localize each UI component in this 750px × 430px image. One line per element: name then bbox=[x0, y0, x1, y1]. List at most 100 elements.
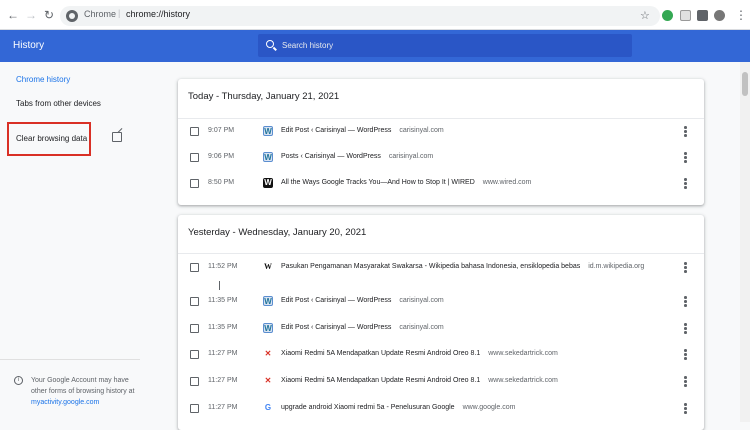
row-menu-icon[interactable] bbox=[684, 262, 687, 274]
history-row[interactable]: 11:27 PM ✕ Xiaomi Redmi 5A Mendapatkan U… bbox=[178, 342, 704, 368]
row-title-text[interactable]: Edit Post ‹ Carisinyal — WordPress bbox=[281, 127, 391, 134]
row-title-text[interactable]: Xiaomi Redmi 5A Mendapatkan Update Resmi… bbox=[281, 377, 480, 384]
text-cursor-icon bbox=[219, 281, 220, 290]
row-checkbox[interactable] bbox=[190, 404, 199, 413]
history-row[interactable]: 11:35 PM W Edit Post ‹ Carisinyal — Word… bbox=[178, 289, 704, 315]
scrollbar[interactable] bbox=[740, 62, 750, 422]
wordpress-icon: W bbox=[263, 323, 273, 333]
browser-toolbar: ← → ↻ Chrome | chrome://history ☆ ⋮ bbox=[0, 0, 750, 30]
history-group-yesterday: Yesterday - Wednesday, January 20, 2021 … bbox=[178, 215, 704, 430]
row-title[interactable]: upgrade android Xiaomi redmi 5a - Penelu… bbox=[281, 404, 515, 411]
row-checkbox[interactable] bbox=[190, 179, 199, 188]
row-title[interactable]: Edit Post ‹ Carisinyal — WordPress carisi… bbox=[281, 297, 444, 304]
row-menu-icon[interactable] bbox=[684, 296, 687, 308]
row-menu-icon[interactable] bbox=[684, 126, 687, 138]
wordpress-icon: W bbox=[263, 152, 273, 162]
scrollbar-thumb[interactable] bbox=[742, 72, 748, 96]
chrome-site-icon bbox=[66, 10, 78, 22]
sekedartrick-icon: ✕ bbox=[263, 349, 273, 359]
row-title[interactable]: Edit Post ‹ Carisinyal — WordPress carisi… bbox=[281, 127, 444, 134]
row-domain: carisinyal.com bbox=[399, 297, 444, 304]
sekedartrick-icon: ✕ bbox=[263, 376, 273, 386]
address-bar[interactable]: Chrome | chrome://history bbox=[60, 6, 660, 26]
history-header: History bbox=[0, 30, 750, 62]
row-time: 11:27 PM bbox=[208, 350, 238, 357]
row-checkbox[interactable] bbox=[190, 127, 199, 136]
footer-text: Your Google Account may have other forms… bbox=[31, 377, 135, 395]
bookmark-star-icon[interactable]: ☆ bbox=[640, 9, 650, 22]
site-label: Chrome bbox=[84, 9, 117, 19]
page-title: History bbox=[13, 40, 45, 51]
row-checkbox[interactable] bbox=[190, 377, 199, 386]
row-domain: www.wired.com bbox=[482, 179, 532, 186]
row-domain: www.sekedartrick.com bbox=[488, 377, 558, 384]
extensions-puzzle-icon[interactable] bbox=[697, 10, 708, 21]
history-row[interactable]: 9:06 PM W Posts ‹ Carisinyal — WordPress… bbox=[178, 145, 704, 171]
search-box[interactable] bbox=[258, 34, 632, 57]
row-title[interactable]: All the Ways Google Tracks You—And How t… bbox=[281, 179, 531, 186]
row-checkbox[interactable] bbox=[190, 297, 199, 306]
row-title[interactable]: Edit Post ‹ Carisinyal — WordPress carisi… bbox=[281, 324, 444, 331]
search-input[interactable] bbox=[282, 38, 582, 53]
group-title: Yesterday - Wednesday, January 20, 2021 bbox=[188, 227, 367, 238]
history-group-today: Today - Thursday, January 21, 2021 9:07 … bbox=[178, 79, 704, 205]
open-in-new-icon[interactable] bbox=[112, 132, 122, 142]
back-icon[interactable]: ← bbox=[6, 8, 20, 22]
extension-green-icon[interactable] bbox=[662, 10, 673, 21]
row-title-text[interactable]: Xiaomi Redmi 5A Mendapatkan Update Resmi… bbox=[281, 350, 480, 357]
history-row[interactable]: 9:07 PM W Edit Post ‹ Carisinyal — WordP… bbox=[178, 119, 704, 145]
history-row[interactable]: 8:50 PM W All the Ways Google Tracks You… bbox=[178, 171, 704, 197]
row-checkbox[interactable] bbox=[190, 350, 199, 359]
row-domain: www.google.com bbox=[462, 404, 516, 411]
row-menu-icon[interactable] bbox=[684, 349, 687, 361]
row-title[interactable]: Xiaomi Redmi 5A Mendapatkan Update Resmi… bbox=[281, 350, 558, 357]
history-row[interactable]: 11:27 PM ✕ Xiaomi Redmi 5A Mendapatkan U… bbox=[178, 369, 704, 395]
history-row[interactable]: 11:27 PM G upgrade android Xiaomi redmi … bbox=[178, 396, 704, 422]
row-menu-icon[interactable] bbox=[684, 152, 687, 164]
sidebar-item-chrome-history[interactable]: Chrome history bbox=[16, 75, 70, 84]
row-menu-icon[interactable] bbox=[684, 323, 687, 335]
row-title[interactable]: Xiaomi Redmi 5A Mendapatkan Update Resmi… bbox=[281, 377, 558, 384]
row-time: 9:06 PM bbox=[208, 153, 235, 160]
row-title-text[interactable]: upgrade android Xiaomi redmi 5a - Penelu… bbox=[281, 404, 455, 411]
menu-kebab-icon[interactable]: ⋮ bbox=[734, 8, 748, 22]
extension-page-icon[interactable] bbox=[680, 10, 691, 21]
history-row[interactable]: 11:35 PM W Edit Post ‹ Carisinyal — Word… bbox=[178, 316, 704, 342]
sidebar-item-clear-browsing-data[interactable]: Clear browsing data bbox=[16, 134, 87, 143]
row-title-text[interactable]: Posts ‹ Carisinyal — WordPress bbox=[281, 153, 381, 160]
google-icon: G bbox=[263, 403, 273, 413]
group-title: Today - Thursday, January 21, 2021 bbox=[188, 91, 340, 102]
row-title[interactable]: Pasukan Pengamanan Masyarakat Swakarsa -… bbox=[281, 263, 644, 270]
row-title-text[interactable]: Edit Post ‹ Carisinyal — WordPress bbox=[281, 324, 391, 331]
myactivity-link[interactable]: myactivity.google.com bbox=[31, 399, 99, 406]
info-icon: i bbox=[14, 376, 23, 385]
row-menu-icon[interactable] bbox=[684, 178, 687, 190]
row-menu-icon[interactable] bbox=[684, 376, 687, 388]
wordpress-icon: W bbox=[263, 126, 273, 136]
reload-icon[interactable]: ↻ bbox=[42, 8, 56, 22]
row-title-text[interactable]: All the Ways Google Tracks You—And How t… bbox=[281, 179, 475, 186]
sidebar: Chrome history Tabs from other devices C… bbox=[0, 62, 140, 422]
profile-avatar-icon[interactable] bbox=[714, 10, 725, 21]
row-time: 9:07 PM bbox=[208, 127, 235, 134]
forward-icon[interactable]: → bbox=[24, 8, 38, 22]
row-time: 11:52 PM bbox=[208, 263, 238, 270]
row-title-text[interactable]: Pasukan Pengamanan Masyarakat Swakarsa -… bbox=[281, 263, 580, 270]
wordpress-icon: W bbox=[263, 296, 273, 306]
row-domain: id.m.wikipedia.org bbox=[588, 263, 645, 270]
row-checkbox[interactable] bbox=[190, 324, 199, 333]
row-time: 11:35 PM bbox=[208, 297, 238, 304]
row-time: 11:27 PM bbox=[208, 377, 238, 384]
wired-icon: W bbox=[263, 178, 273, 188]
row-checkbox[interactable] bbox=[190, 153, 199, 162]
row-title-text[interactable]: Edit Post ‹ Carisinyal — WordPress bbox=[281, 297, 391, 304]
row-checkbox[interactable] bbox=[190, 263, 199, 272]
row-menu-icon[interactable] bbox=[684, 403, 687, 415]
sidebar-divider bbox=[0, 359, 140, 360]
row-title[interactable]: Posts ‹ Carisinyal — WordPress carisinyal… bbox=[281, 153, 433, 160]
row-time: 11:27 PM bbox=[208, 404, 238, 411]
sidebar-item-tabs-other-devices[interactable]: Tabs from other devices bbox=[16, 99, 101, 108]
url-text[interactable]: chrome://history bbox=[126, 9, 190, 19]
history-row[interactable]: 11:52 PM W Pasukan Pengamanan Masyarakat… bbox=[178, 255, 704, 281]
row-domain: carisinyal.com bbox=[399, 324, 444, 331]
